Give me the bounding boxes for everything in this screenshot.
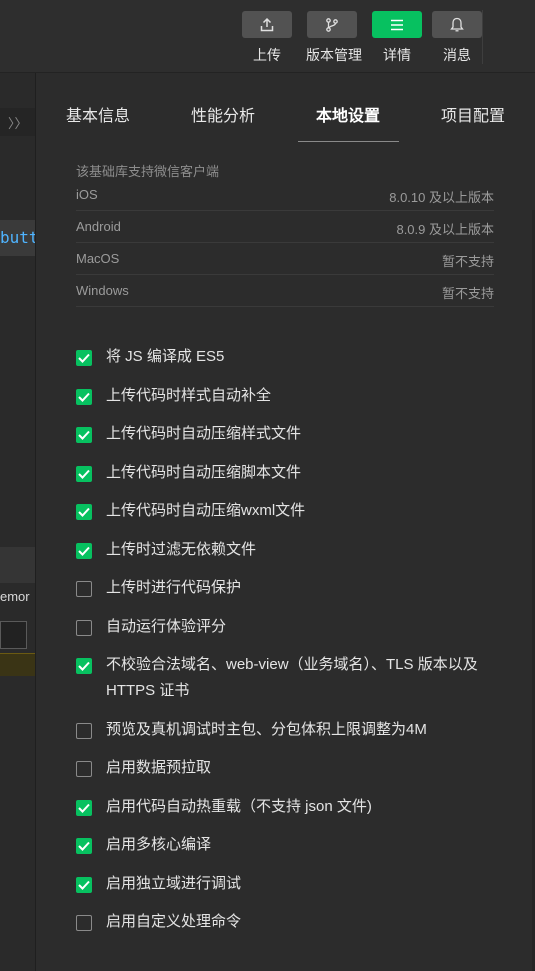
option-label: 上传代码时样式自动补全 (106, 387, 272, 404)
messages-button[interactable]: 消息 (431, 11, 483, 67)
bell-icon (432, 11, 482, 38)
checkbox-unchecked[interactable] (76, 620, 92, 636)
checkbox-checked[interactable] (76, 427, 92, 443)
support-row-windows: Windows 暂不支持 (76, 275, 494, 307)
check-icon (78, 880, 90, 890)
option-label: 启用代码自动热重载（不支持 json 文件) (106, 798, 372, 815)
upload-button[interactable]: 上传 (241, 11, 293, 67)
support-row-macos: MacOS 暂不支持 (76, 243, 494, 275)
platform-name: Windows (76, 283, 129, 298)
active-tab-indicator (298, 141, 399, 142)
checkbox-checked[interactable] (76, 543, 92, 559)
checkbox-unchecked[interactable] (76, 915, 92, 931)
check-icon (78, 841, 90, 851)
upload-label: 上传 (253, 47, 281, 63)
top-toolbar: 上传 版本管理 详情 消息 (0, 0, 535, 73)
checkbox-checked[interactable] (76, 350, 92, 366)
check-icon (78, 661, 90, 671)
option-label: 启用数据预拉取 (106, 759, 212, 776)
option-label: 将 JS 编译成 ES5 (106, 348, 225, 365)
menu-icon (372, 11, 422, 38)
branch-icon (307, 11, 357, 38)
tab-performance[interactable]: 性能分析 (191, 102, 255, 126)
check-icon (78, 469, 90, 479)
support-row-ios: iOS 8.0.10 及以上版本 (76, 179, 494, 211)
filter-input-fragment[interactable] (0, 621, 27, 649)
checkbox-unchecked[interactable] (76, 581, 92, 597)
option-label: 上传代码时自动压缩wxml文件 (106, 502, 306, 519)
checkbox-checked[interactable] (76, 466, 92, 482)
toolbar-divider (482, 10, 483, 64)
platform-version: 暂不支持 (441, 254, 494, 269)
messages-label: 消息 (443, 47, 471, 63)
console-header (0, 547, 35, 583)
editor-background: 〉〉 butt emor (0, 73, 35, 971)
checkbox-checked[interactable] (76, 800, 92, 816)
tab-project-config[interactable]: 项目配置 (441, 102, 505, 126)
tab-local-settings[interactable]: 本地设置 (316, 102, 380, 126)
checkbox-checked[interactable] (76, 658, 92, 674)
checkbox-checked[interactable] (76, 838, 92, 854)
checkbox-checked[interactable] (76, 504, 92, 520)
platform-name: iOS (76, 187, 98, 202)
tab-bar: 基本信息 性能分析 本地设置 项目配置 (36, 73, 532, 143)
option-label: 上传时过滤无依赖文件 (106, 541, 257, 558)
option-label: 不校验合法域名、web-view（业务域名）、TLS 版本以及 HTTPS 证书 (106, 656, 478, 699)
warning-row (0, 653, 35, 676)
check-icon (78, 803, 90, 813)
option-label: 上传代码时自动压缩脚本文件 (106, 464, 302, 481)
platform-version: 暂不支持 (441, 286, 494, 301)
version-management-button[interactable]: 版本管理 (306, 11, 362, 67)
checkbox-unchecked[interactable] (76, 723, 92, 739)
check-icon (78, 546, 90, 556)
checkbox-checked[interactable] (76, 877, 92, 893)
chevron-right-icon: 〉〉 (8, 116, 28, 131)
option-label: 自动运行体验评分 (106, 618, 227, 635)
option-label: 启用自定义处理命令 (106, 913, 242, 930)
check-icon (78, 507, 90, 517)
details-panel: 基本信息 性能分析 本地设置 项目配置 该基础库支持微信客户端 iOS 8.0.… (35, 73, 532, 971)
support-row-android: Android 8.0.9 及以上版本 (76, 211, 494, 243)
platform-version: 8.0.9 及以上版本 (396, 222, 494, 237)
tab-basic-info[interactable]: 基本信息 (66, 102, 130, 126)
option-label: 上传时进行代码保护 (106, 579, 242, 596)
option-label: 预览及真机调试时主包、分包体积上限调整为4M (106, 721, 427, 738)
platform-name: Android (76, 219, 121, 234)
upload-icon (242, 11, 292, 38)
code-fragment: butt (0, 220, 35, 256)
option-label: 启用多核心编译 (106, 836, 212, 853)
check-icon (78, 392, 90, 402)
details-button[interactable]: 详情 (371, 11, 423, 67)
memory-tab-fragment[interactable]: emor (0, 589, 35, 604)
checkbox-checked[interactable] (76, 389, 92, 405)
platform-version: 8.0.10 及以上版本 (389, 190, 494, 205)
checkbox-unchecked[interactable] (76, 761, 92, 777)
option-label: 启用独立域进行调试 (106, 875, 242, 892)
details-label: 详情 (383, 47, 411, 63)
support-title: 该基础库支持微信客户端 (76, 164, 220, 179)
option-label: 上传代码时自动压缩样式文件 (106, 425, 302, 442)
check-icon (78, 430, 90, 440)
platform-name: MacOS (76, 251, 120, 266)
version-management-label: 版本管理 (306, 47, 362, 63)
check-icon (78, 353, 90, 363)
